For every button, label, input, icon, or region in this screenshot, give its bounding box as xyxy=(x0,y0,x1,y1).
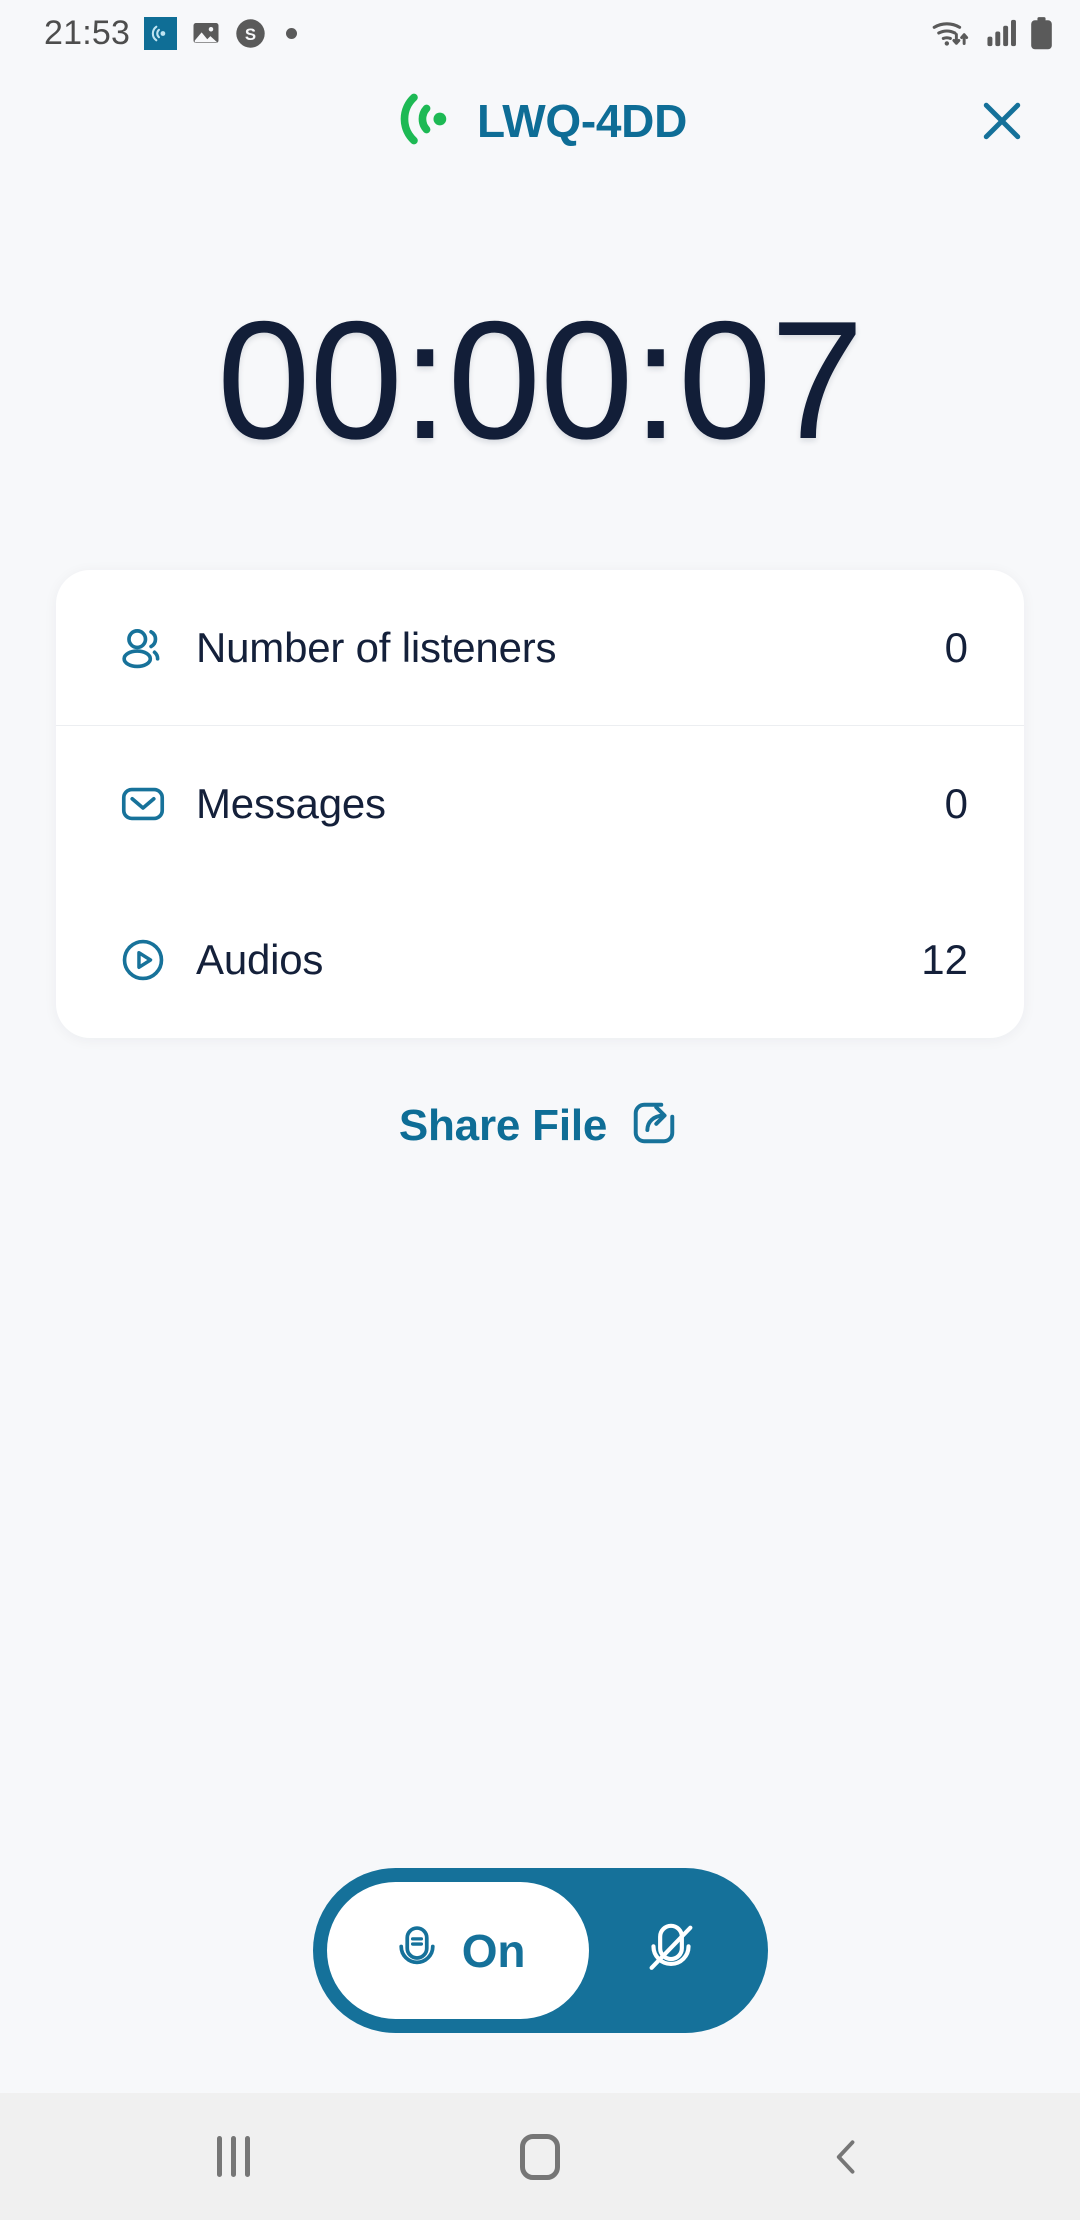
mic-on-button[interactable]: On xyxy=(326,1882,589,2019)
stat-value: 0 xyxy=(944,780,968,827)
app-header: LWQ-4DD xyxy=(0,66,1080,176)
stat-label: Audios xyxy=(196,936,324,983)
wifi-data-icon xyxy=(931,16,975,50)
status-bar-right xyxy=(931,16,1054,50)
microphone-icon xyxy=(390,1921,444,1980)
status-clock: 21:53 xyxy=(44,13,131,52)
share-file-button[interactable]: Share File xyxy=(399,1096,681,1155)
stats-card: Number of listeners 0 Messages 0 Audios xyxy=(56,570,1024,1038)
mic-off-button[interactable] xyxy=(589,1918,754,1983)
recents-icon[interactable] xyxy=(168,2107,298,2207)
stat-label: Number of listeners xyxy=(196,623,557,671)
mic-toggle-section: On xyxy=(0,1868,1080,2033)
stat-value: 0 xyxy=(944,623,968,671)
stat-row-messages[interactable]: Messages 0 xyxy=(56,726,1024,882)
header-title-group: LWQ-4DD xyxy=(0,88,1080,155)
broadcast-timer: 00:00:07 xyxy=(217,286,864,474)
stat-value: 12 xyxy=(921,936,968,983)
envelope-icon xyxy=(116,779,170,829)
people-icon xyxy=(116,623,170,673)
timer-section: 00:00:07 xyxy=(0,296,1080,464)
android-nav-bar xyxy=(0,2093,1080,2220)
microphone-muted-icon xyxy=(641,1918,701,1983)
share-file-label: Share File xyxy=(398,1100,608,1150)
home-icon[interactable] xyxy=(475,2107,605,2207)
status-bar-left: 21:53 S xyxy=(44,13,298,53)
share-export-icon xyxy=(627,1096,681,1155)
flex-spacer xyxy=(0,1155,1080,1868)
broadcast-app-icon xyxy=(144,16,178,50)
back-icon[interactable] xyxy=(782,2107,912,2207)
cellular-signal-icon xyxy=(986,18,1018,48)
image-icon xyxy=(191,18,221,48)
broadcast-signal-icon xyxy=(393,88,455,155)
close-icon[interactable] xyxy=(964,83,1040,159)
app-screen: 21:53 S LWQ-4DD 00:00:07 Number of liste… xyxy=(0,0,1080,2220)
mic-on-label: On xyxy=(461,1924,526,1977)
more-dot-icon xyxy=(286,27,298,39)
mic-toggle[interactable]: On xyxy=(312,1868,768,2033)
skype-icon: S xyxy=(235,18,266,49)
battery-icon xyxy=(1029,16,1054,50)
play-circle-icon xyxy=(116,935,170,985)
share-section: Share File xyxy=(0,1096,1080,1155)
stat-label: Messages xyxy=(196,780,386,827)
stat-row-listeners[interactable]: Number of listeners 0 xyxy=(56,570,1024,726)
svg-text:S: S xyxy=(245,24,256,43)
page-title: LWQ-4DD xyxy=(477,95,687,147)
status-bar: 21:53 S xyxy=(0,0,1080,66)
stat-row-audios[interactable]: Audios 12 xyxy=(56,882,1024,1038)
